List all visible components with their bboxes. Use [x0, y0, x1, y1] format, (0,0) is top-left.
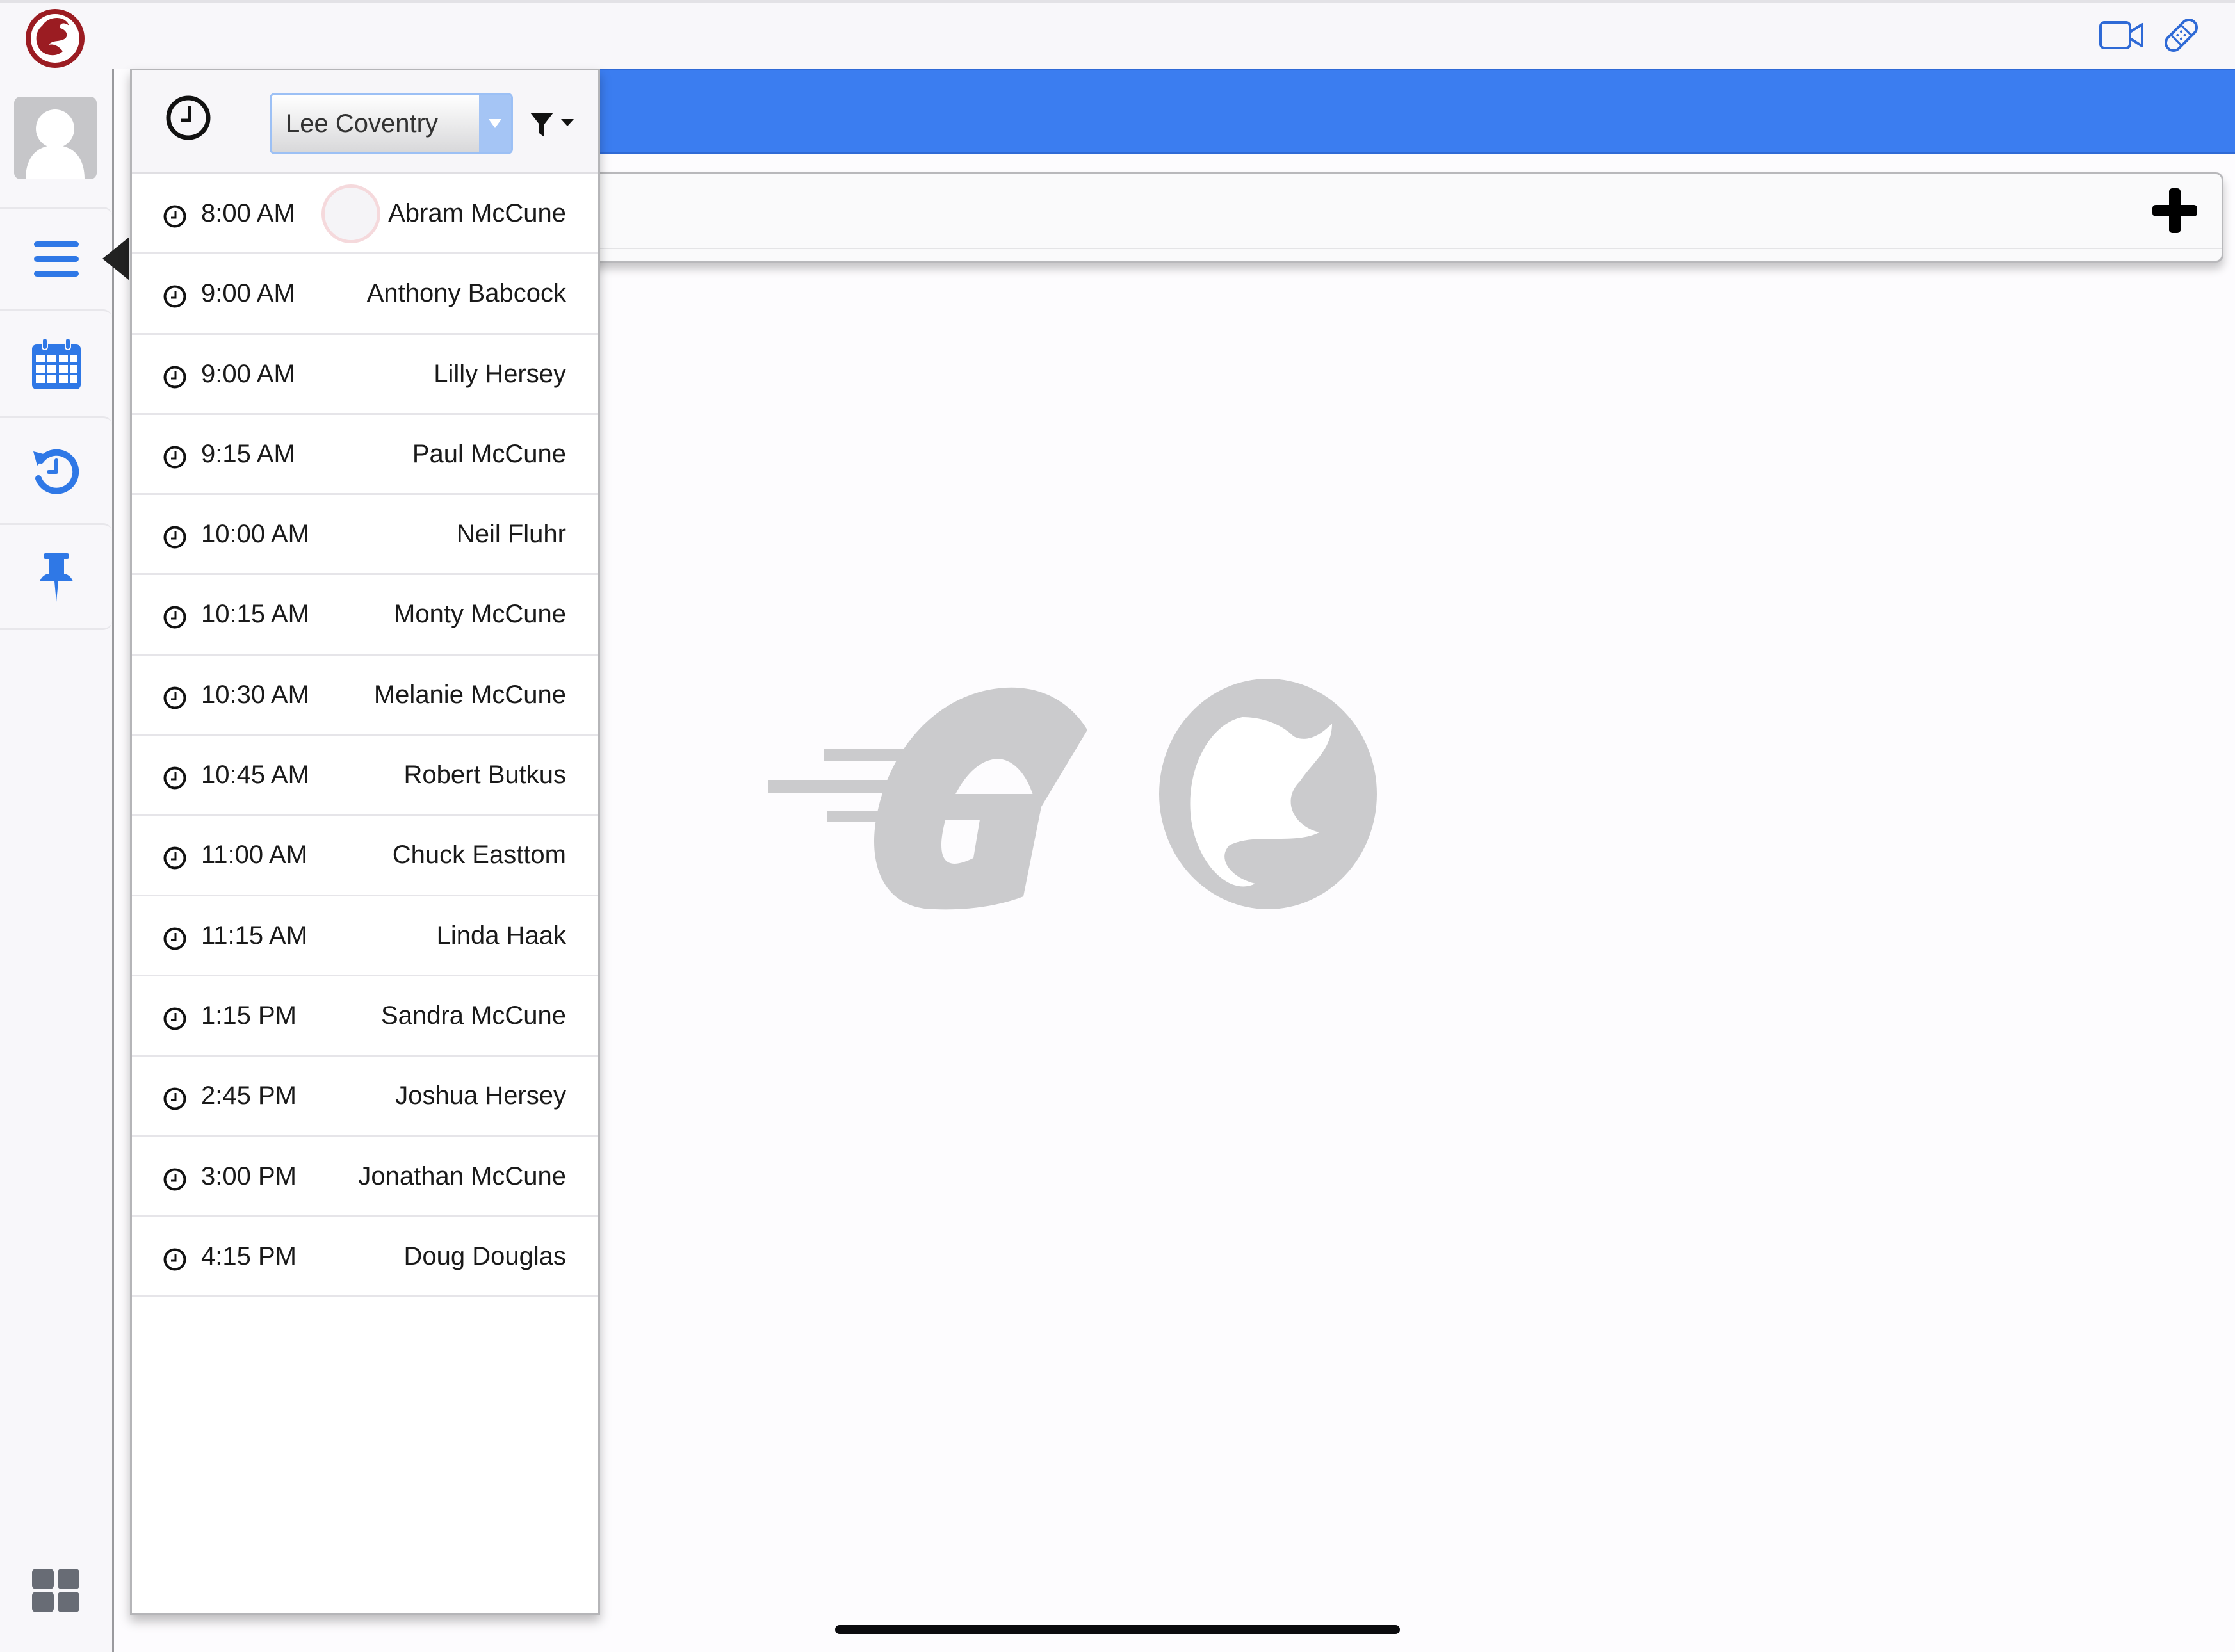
sidebar-item-menu[interactable]	[0, 207, 112, 309]
video-camera-icon[interactable]	[2099, 19, 2145, 51]
provider-select-value: Lee Coventry	[286, 109, 438, 138]
clock-icon	[163, 846, 186, 870]
calendar-icon	[31, 337, 81, 389]
clock-icon	[163, 606, 186, 629]
patient-name: Melanie McCune	[373, 680, 566, 709]
clock-icon	[163, 1168, 186, 1191]
appointment-time: 9:00 AM	[201, 279, 295, 308]
clock-icon	[163, 1087, 186, 1110]
appointment-time: 10:45 AM	[201, 761, 310, 790]
appointment-time: 9:15 AM	[201, 439, 295, 468]
go-watermark-logo	[768, 679, 1377, 910]
appointment-row[interactable]: 1:15 PM Sandra McCune	[132, 976, 598, 1057]
patient-name: Monty McCune	[394, 600, 566, 629]
appointment-row[interactable]: 10:45 AM Robert Butkus	[132, 736, 598, 816]
appointment-row[interactable]: 3:00 PM Jonathan McCune	[132, 1137, 598, 1217]
bandage-icon[interactable]	[2161, 15, 2201, 55]
app-logo-icon[interactable]	[23, 6, 87, 70]
appointment-row[interactable]: 11:15 AM Linda Haak	[132, 896, 598, 976]
appointment-row[interactable]: 9:00 AM Lilly Hersey	[132, 335, 598, 415]
appointment-time: 8:00 AM	[201, 199, 295, 227]
history-icon	[33, 449, 79, 494]
provider-select[interactable]: Lee Coventry	[270, 93, 513, 154]
appointment-row[interactable]: 8:00 AM Abram McCune	[132, 174, 598, 255]
appointment-row[interactable]: 10:15 AM Monty McCune	[132, 575, 598, 656]
appointment-list: 8:00 AM Abram McCune 9:00 AM Anthony Babcoc…	[132, 174, 598, 1298]
top-bar	[0, 0, 2235, 69]
clock-icon[interactable]	[165, 95, 211, 141]
sidebar-item-calendar[interactable]	[0, 309, 112, 416]
grid-icon[interactable]	[31, 1567, 81, 1614]
clock-icon	[163, 285, 186, 308]
patient-name: Anthony Babcock	[366, 279, 566, 308]
appointment-row[interactable]: 2:45 PM Joshua Hersey	[132, 1057, 598, 1137]
appointment-row[interactable]: 10:00 AM Neil Fluhr	[132, 495, 598, 576]
appointment-time: 10:15 AM	[201, 600, 310, 629]
active-menu-pointer	[102, 237, 129, 280]
clock-icon	[163, 1007, 186, 1030]
patient-name: Chuck Easttom	[392, 841, 566, 870]
sidebar	[0, 69, 114, 1652]
toolbar-card	[576, 172, 2223, 263]
patient-name: Doug Douglas	[403, 1242, 567, 1270]
appointment-time: 10:30 AM	[201, 680, 310, 709]
clock-icon	[163, 927, 186, 950]
caret-down-icon	[561, 119, 574, 126]
filter-icon	[530, 113, 553, 137]
appointments-panel: Lee Coventry 8:00 AM Abram McCune 9:00 AM A…	[130, 69, 600, 1615]
appointment-time: 2:45 PM	[201, 1081, 297, 1110]
patient-name: Sandra McCune	[380, 1001, 566, 1030]
clock-icon	[163, 446, 186, 469]
appointment-time: 11:15 AM	[201, 921, 308, 950]
appointment-row[interactable]: 11:00 AM Chuck Easttom	[132, 816, 598, 896]
patient-name: Neil Fluhr	[456, 520, 566, 549]
hamburger-menu-icon	[33, 241, 79, 277]
appointment-row[interactable]: 10:30 AM Melanie McCune	[132, 656, 598, 736]
appointment-time: 4:15 PM	[201, 1242, 297, 1270]
home-indicator[interactable]	[835, 1625, 1400, 1634]
add-button[interactable]	[2152, 188, 2197, 233]
appointment-row[interactable]: 9:00 AM Anthony Babcock	[132, 254, 598, 335]
patient-name: Jonathan McCune	[358, 1162, 566, 1190]
avatar[interactable]	[14, 97, 97, 179]
appointment-time: 1:15 PM	[201, 1001, 297, 1030]
clock-icon	[163, 526, 186, 549]
patient-name: Linda Haak	[436, 921, 566, 950]
sidebar-item-pin[interactable]	[0, 523, 112, 630]
patient-name: Joshua Hersey	[395, 1081, 566, 1110]
patient-name: Paul McCune	[412, 439, 566, 468]
card-divider	[578, 248, 2222, 249]
appointment-row[interactable]: 4:15 PM Doug Douglas	[132, 1217, 598, 1298]
filter-button[interactable]	[529, 106, 580, 142]
patient-name: Abram McCune	[388, 199, 566, 227]
appointment-time: 3:00 PM	[201, 1162, 297, 1190]
appointment-row[interactable]: 9:15 AM Paul McCune	[132, 415, 598, 496]
patient-name: Lilly Hersey	[434, 359, 566, 388]
sidebar-item-history[interactable]	[0, 416, 112, 523]
patient-name: Robert Butkus	[403, 761, 566, 790]
user-avatar-icon	[26, 109, 85, 179]
clock-icon	[163, 686, 186, 709]
pin-icon	[39, 553, 73, 602]
clock-icon	[163, 205, 186, 228]
clock-icon	[163, 766, 186, 790]
appointment-time: 9:00 AM	[201, 359, 295, 388]
appointment-time: 10:00 AM	[201, 520, 310, 549]
touch-indicator	[321, 184, 380, 243]
appointment-time: 11:00 AM	[201, 841, 308, 870]
chevron-down-icon	[479, 95, 511, 152]
clock-icon	[163, 366, 186, 389]
panel-header: Lee Coventry	[132, 70, 598, 174]
main-header-bar	[600, 69, 2235, 154]
clock-icon	[163, 1248, 186, 1271]
